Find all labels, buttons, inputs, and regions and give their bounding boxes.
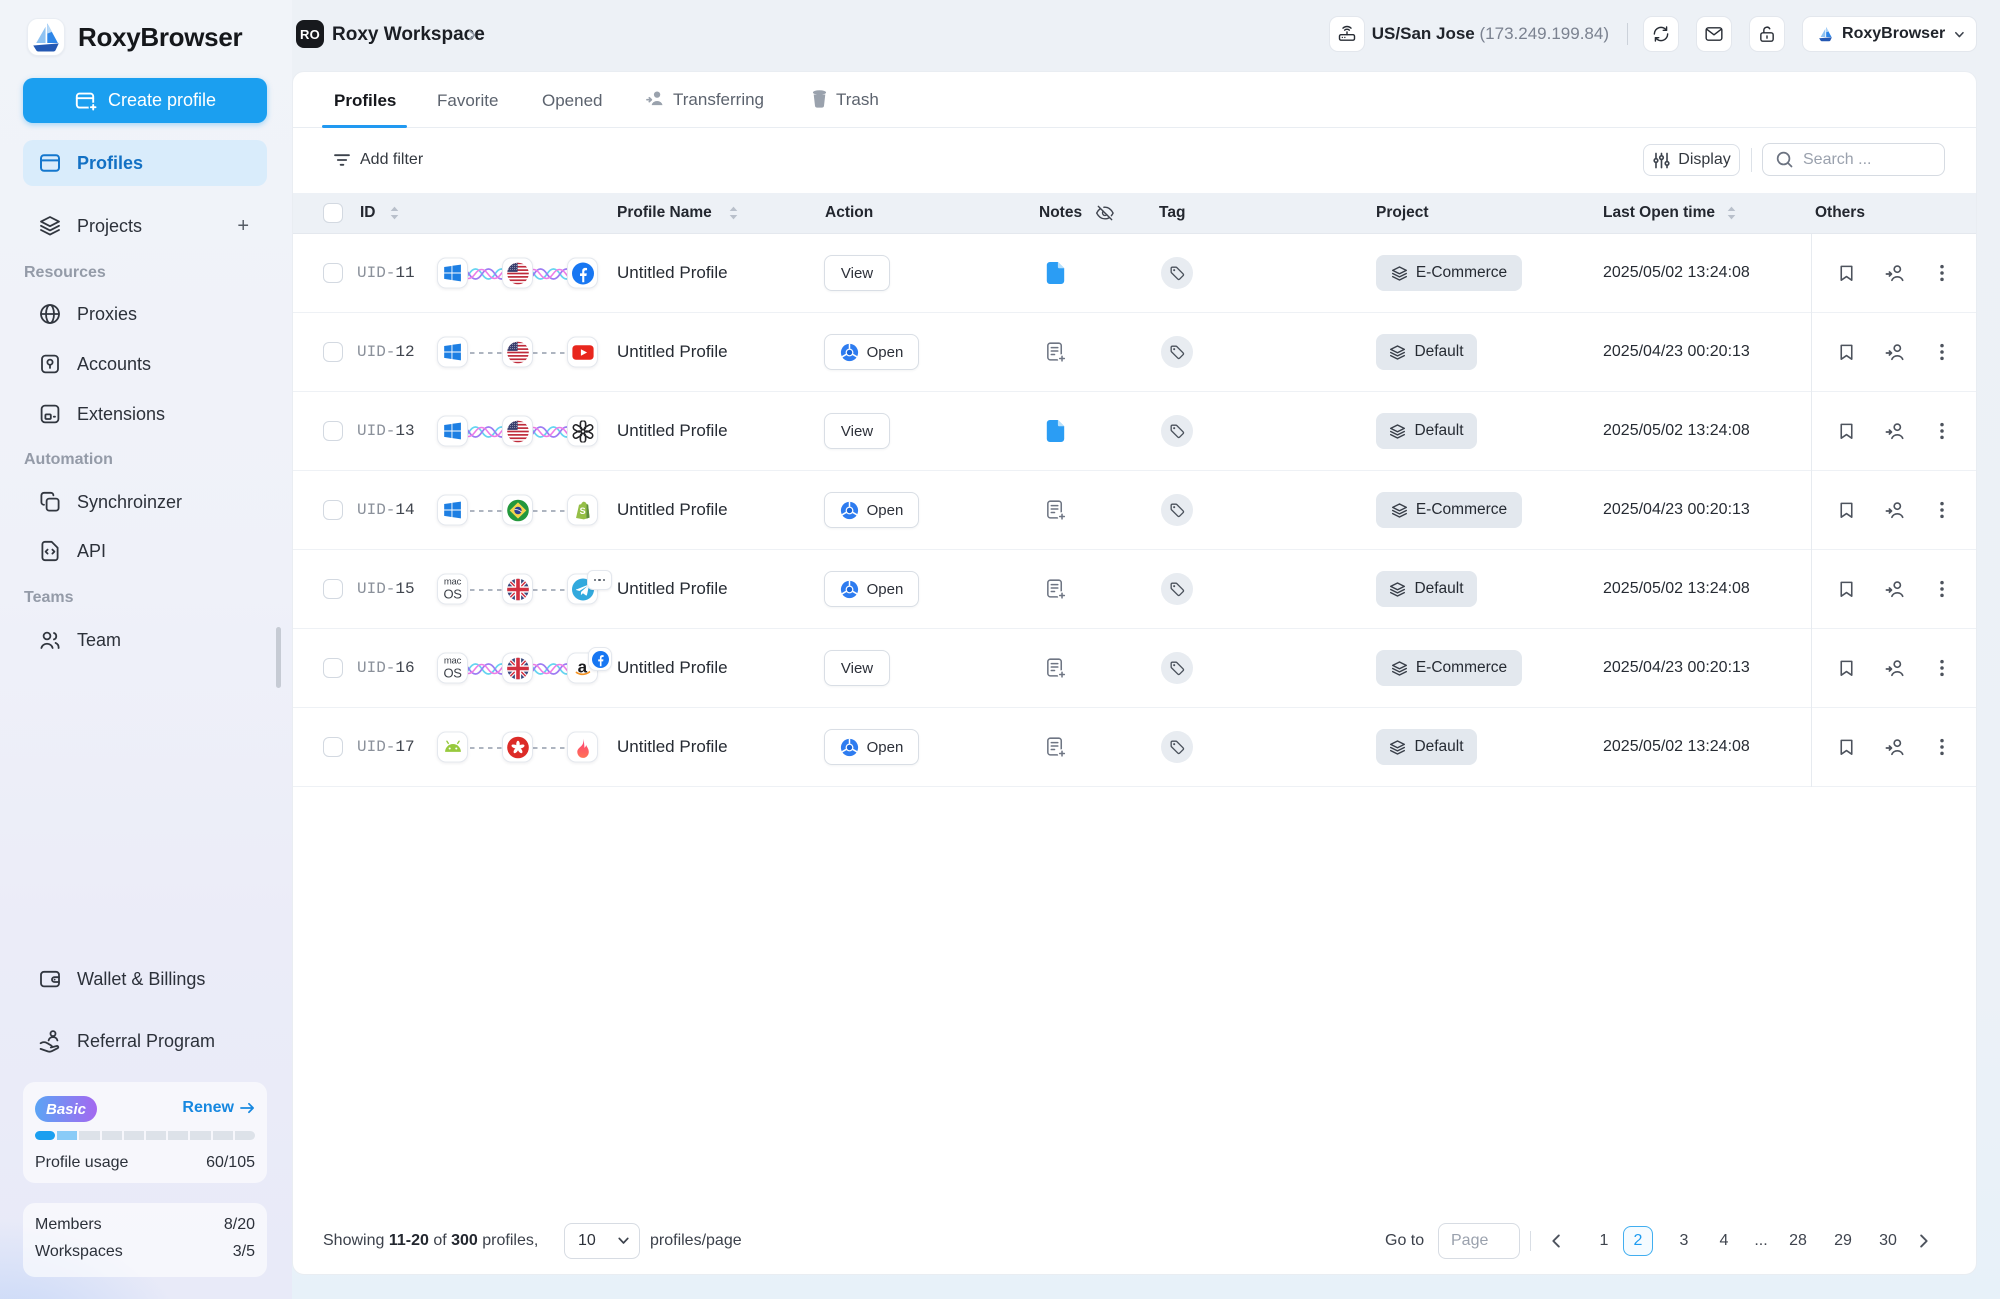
svg-text:S: S	[579, 506, 585, 516]
